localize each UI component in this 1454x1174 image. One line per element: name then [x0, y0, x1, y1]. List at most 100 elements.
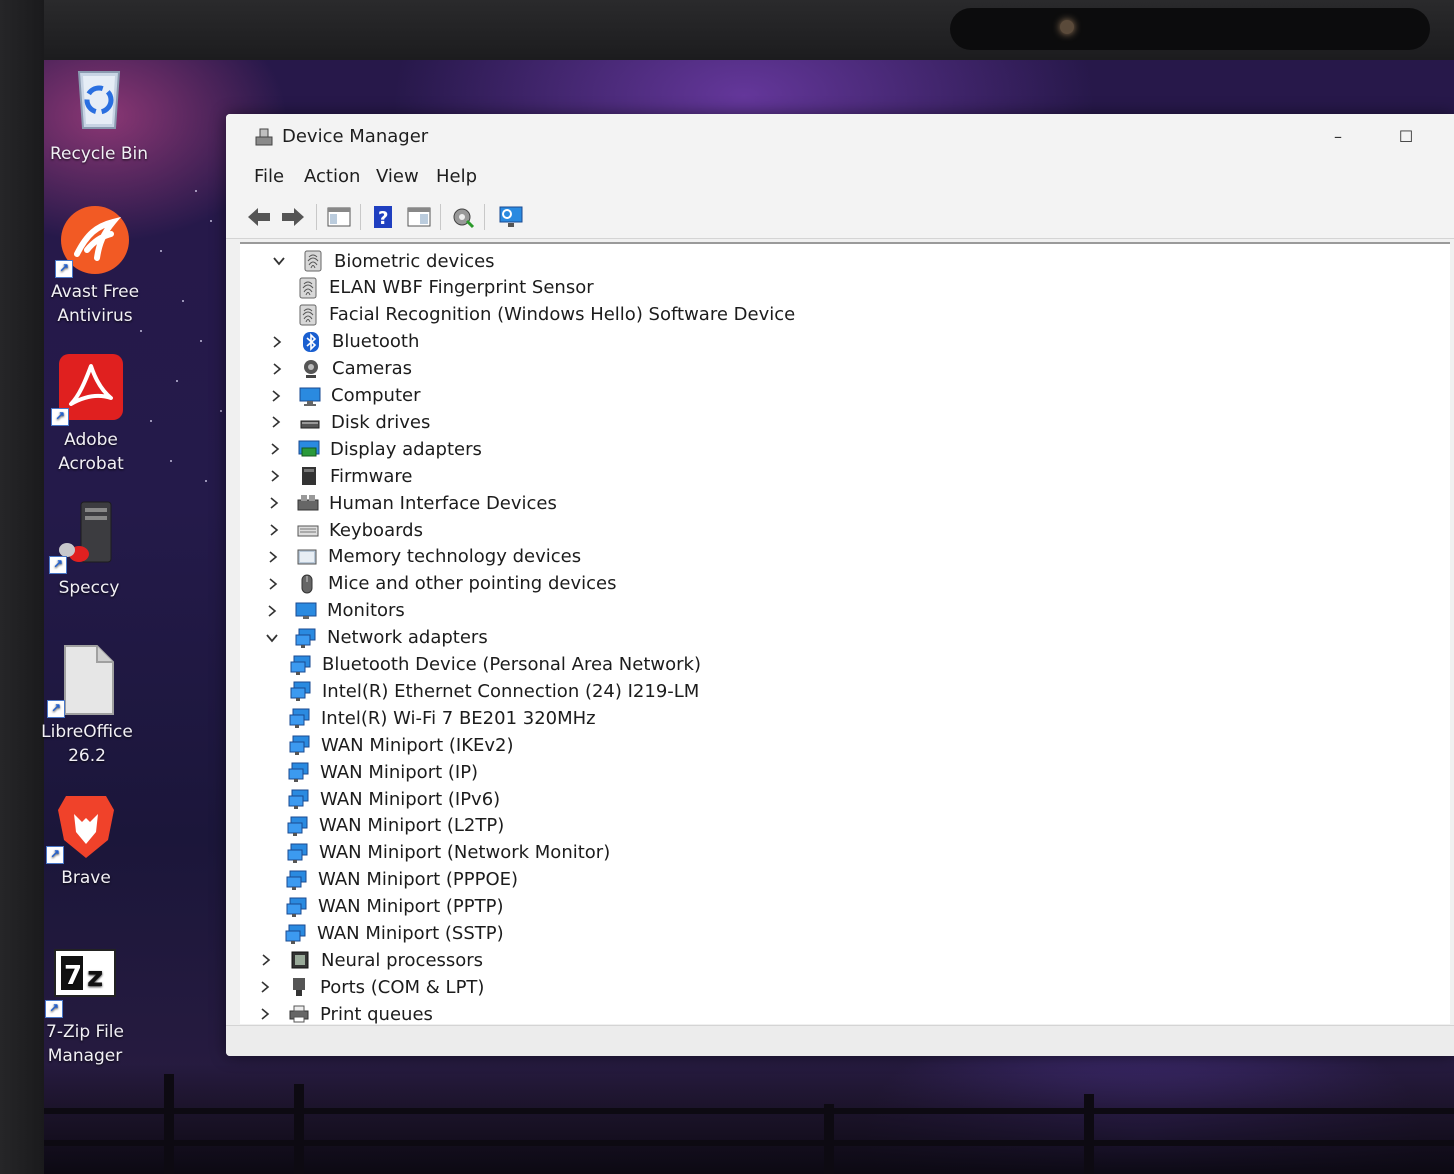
- device-category[interactable]: Network adapters: [263, 625, 488, 651]
- desktop-icon-libreoffice[interactable]: ↗ LibreOffice 26.2: [32, 644, 142, 768]
- category-label: Display adapters: [330, 438, 482, 460]
- chevron-right-icon[interactable]: [257, 951, 275, 969]
- shortcut-arrow-icon: ↗: [51, 408, 69, 426]
- title-bar[interactable]: Device Manager – ☐: [226, 114, 1454, 160]
- device-category[interactable]: Monitors: [263, 598, 405, 624]
- wallpaper-foreground: [44, 1064, 1454, 1174]
- desktop-icon-7zip[interactable]: 7 z ↗ 7-Zip File Manager: [30, 944, 140, 1068]
- device-category[interactable]: Cameras: [268, 356, 412, 382]
- maximize-button[interactable]: ☐: [1386, 124, 1426, 150]
- speccy-icon: ↗: [49, 500, 125, 574]
- chevron-down-icon[interactable]: [270, 252, 288, 270]
- desktop-icon-label: 7-Zip File Manager: [46, 1022, 124, 1066]
- show-hide-console-tree-icon[interactable]: [324, 202, 354, 232]
- desktop-icon-label: Brave: [61, 868, 111, 888]
- device-item[interactable]: Intel(R) Wi-Fi 7 BE201 320MHz: [289, 705, 596, 731]
- menu-action[interactable]: Action: [300, 166, 364, 187]
- chevron-right-icon[interactable]: [256, 1005, 274, 1023]
- brave-icon: ↗: [46, 790, 122, 864]
- category-label: Mice and other pointing devices: [328, 573, 617, 595]
- device-category[interactable]: Bluetooth: [268, 329, 419, 355]
- desktop-icon-brave[interactable]: ↗ Brave: [31, 790, 141, 890]
- minimize-button[interactable]: –: [1318, 124, 1358, 150]
- network-icon: [290, 654, 312, 676]
- chevron-right-icon[interactable]: [268, 333, 286, 351]
- chevron-right-icon[interactable]: [264, 548, 282, 566]
- desktop-icon-recycle-bin[interactable]: Recycle Bin: [44, 66, 154, 166]
- device-item[interactable]: WAN Miniport (Network Monitor): [287, 840, 610, 866]
- device-item[interactable]: WAN Miniport (IKEv2): [289, 732, 514, 758]
- device-category[interactable]: Keyboards: [265, 517, 423, 543]
- help-icon[interactable]: ?: [368, 202, 398, 232]
- menu-view[interactable]: View: [372, 166, 423, 187]
- category-label: Neural processors: [321, 949, 484, 971]
- device-category[interactable]: Biometric devices: [270, 248, 495, 274]
- device-item[interactable]: WAN Miniport (PPTP): [286, 894, 503, 920]
- menu-help[interactable]: Help: [432, 166, 481, 187]
- chevron-right-icon[interactable]: [268, 360, 286, 378]
- memory-icon: [296, 546, 318, 568]
- desktop-icon-label: LibreOffice 26.2: [41, 722, 133, 766]
- network-icon: [289, 734, 311, 756]
- network-icon: [288, 761, 310, 783]
- device-item[interactable]: Intel(R) Ethernet Connection (24) I219-L…: [290, 678, 699, 704]
- menu-file[interactable]: File: [250, 166, 288, 187]
- chevron-right-icon[interactable]: [263, 602, 281, 620]
- device-category[interactable]: Mice and other pointing devices: [264, 571, 616, 597]
- desktop-icon-label: Recycle Bin: [49, 144, 148, 164]
- wallpaper-star: [210, 220, 212, 222]
- biometric-icon: [302, 250, 324, 272]
- computer-icon: [299, 385, 321, 407]
- forward-arrow-icon[interactable]: [278, 202, 308, 232]
- device-category[interactable]: Display adapters: [266, 436, 482, 462]
- chevron-right-icon[interactable]: [265, 494, 283, 512]
- device-item[interactable]: Facial Recognition (Windows Hello) Softw…: [297, 302, 795, 328]
- chevron-right-icon[interactable]: [265, 521, 283, 539]
- network-icon: [287, 815, 309, 837]
- chevron-right-icon[interactable]: [264, 575, 282, 593]
- device-category[interactable]: Neural processors: [257, 947, 483, 973]
- toolbar: ?: [226, 196, 1454, 239]
- device-category[interactable]: Print queues: [256, 1001, 433, 1027]
- svg-text:7: 7: [64, 961, 82, 991]
- device-item[interactable]: WAN Miniport (SSTP): [285, 921, 504, 947]
- chevron-right-icon[interactable]: [267, 387, 285, 405]
- update-driver-icon[interactable]: [448, 202, 478, 232]
- keyboard-icon: [297, 519, 319, 541]
- avast-icon: ↗: [55, 204, 131, 278]
- device-category[interactable]: Ports (COM & LPT): [256, 974, 484, 1000]
- device-item[interactable]: WAN Miniport (L2TP): [287, 813, 504, 839]
- device-category[interactable]: Human Interface Devices: [265, 490, 557, 516]
- device-item[interactable]: WAN Miniport (IPv6): [288, 786, 500, 812]
- network-icon: [285, 923, 307, 945]
- device-label: Bluetooth Device (Personal Area Network): [322, 654, 701, 675]
- shortcut-arrow-icon: ↗: [45, 1000, 63, 1018]
- shortcut-arrow-icon: ↗: [46, 846, 64, 864]
- shortcut-arrow-icon: ↗: [49, 556, 67, 574]
- chevron-right-icon[interactable]: [266, 440, 284, 458]
- device-item[interactable]: Bluetooth Device (Personal Area Network): [290, 652, 701, 678]
- desktop-icon-speccy[interactable]: ↗ Speccy: [34, 500, 144, 600]
- desktop-icon-avast[interactable]: ↗ Avast Free Antivirus: [40, 204, 150, 328]
- scan-hardware-icon[interactable]: [496, 202, 526, 232]
- chevron-right-icon[interactable]: [256, 978, 274, 996]
- desktop-icon-acrobat[interactable]: ↗ Adobe Acrobat: [36, 352, 146, 476]
- device-category[interactable]: Disk drives: [267, 409, 430, 435]
- device-category[interactable]: Computer: [267, 383, 420, 409]
- device-category[interactable]: Firmware: [266, 463, 413, 489]
- desktop-icon-label: Speccy: [58, 578, 120, 598]
- device-category[interactable]: Memory technology devices: [264, 544, 581, 570]
- chevron-down-icon[interactable]: [263, 629, 281, 647]
- chevron-right-icon[interactable]: [266, 467, 284, 485]
- chevron-right-icon[interactable]: [267, 413, 285, 431]
- back-arrow-icon[interactable]: [244, 202, 274, 232]
- device-item[interactable]: ELAN WBF Fingerprint Sensor: [297, 275, 594, 301]
- device-tree[interactable]: Biometric devices ELAN WBF Fingerprint Se…: [240, 242, 1450, 1027]
- sevenzip-icon: 7 z ↗: [45, 944, 121, 1018]
- device-item[interactable]: WAN Miniport (PPPOE): [286, 867, 518, 893]
- properties-icon[interactable]: [404, 202, 434, 232]
- display-adapter-icon: [298, 438, 320, 460]
- toolbar-separator: [440, 204, 441, 230]
- network-icon: [287, 842, 309, 864]
- device-item[interactable]: WAN Miniport (IP): [288, 759, 478, 785]
